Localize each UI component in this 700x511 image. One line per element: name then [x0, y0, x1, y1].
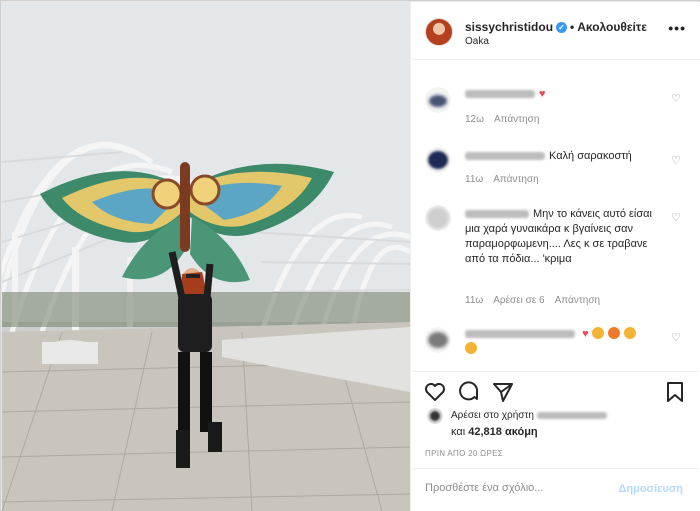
comment-avatar[interactable]: [425, 87, 451, 113]
smile-emoji-icon: [465, 342, 477, 354]
bookmark-icon[interactable]: [663, 380, 687, 404]
liked-by-line: Αρέσει στο χρήστη: [451, 410, 611, 421]
smile-emoji-icon: [623, 327, 636, 339]
comment-text: Μην το κάνεις αυτό είσαι μια χαρά γυναικ…: [465, 208, 652, 265]
reply-button[interactable]: Απάντηση: [493, 174, 538, 185]
comment-input[interactable]: [425, 482, 615, 494]
comment-text: Καλή σαρακοστή: [465, 149, 661, 164]
fire-emoji-icon: [607, 327, 620, 339]
post-photo[interactable]: [2, 2, 410, 511]
comment-like-icon[interactable]: ♡: [671, 211, 681, 224]
add-comment-bar: Δημοσίευση: [411, 468, 699, 511]
author-line: sissychristidou ✓ • Ακολουθείτε: [465, 20, 647, 34]
post-location[interactable]: Oaka: [465, 36, 489, 47]
heart-icon[interactable]: [423, 380, 447, 404]
post-action-bar: [411, 371, 699, 411]
author-avatar[interactable]: [425, 18, 453, 46]
heart-emoji-icon: ♥: [582, 328, 589, 340]
likes-count: 42,818: [468, 426, 502, 438]
post-sidebar: sissychristidou ✓ • Ακολουθείτε Oaka ••• ♥ …: [410, 2, 700, 511]
photo-scene: [2, 2, 410, 511]
likes-count-line[interactable]: και 42,818 ακόμη: [451, 426, 538, 438]
post-header: sissychristidou ✓ • Ακολουθείτε Oaka •••: [411, 2, 700, 60]
likes-and: και: [451, 426, 466, 438]
comment-avatar[interactable]: [425, 147, 451, 173]
likes-more: ακόμη: [504, 426, 538, 438]
reply-button[interactable]: Απάντηση: [555, 295, 600, 306]
comment-like-icon[interactable]: ♡: [671, 92, 681, 105]
post-comment-button[interactable]: Δημοσίευση: [618, 483, 683, 495]
comment-avatar[interactable]: [425, 205, 451, 231]
instagram-post-modal: sissychristidou ✓ • Ακολουθείτε Oaka ••• ♥ …: [0, 0, 700, 511]
comment-like-icon[interactable]: ♡: [671, 154, 681, 167]
liked-by-prefix: Αρέσει στο χρήστη: [451, 410, 534, 421]
liked-by-avatar[interactable]: [427, 408, 443, 424]
author-username[interactable]: sissychristidou: [465, 20, 553, 34]
comment-time[interactable]: 11ω: [465, 174, 483, 185]
more-dots-icon[interactable]: •••: [668, 20, 686, 36]
comments-list: ♥ 12ω Απάντηση ♡ Καλή σαρακοστή 11ω Απάντη…: [411, 61, 699, 371]
verified-badge-icon: ✓: [556, 22, 568, 33]
comment-time[interactable]: 11ω: [465, 295, 483, 306]
comment-likes-count[interactable]: Αρέσει σε 6: [493, 295, 544, 306]
comment-meta: 11ω Απάντηση: [465, 174, 549, 185]
follow-status[interactable]: Ακολουθείτε: [577, 20, 647, 34]
comment-icon[interactable]: [457, 380, 481, 404]
comment-time[interactable]: 12ω: [465, 114, 484, 125]
comment-meta: 11ω Αρέσει σε 6 Απάντηση: [465, 295, 610, 306]
separator-dot: •: [570, 20, 575, 34]
comment-like-icon[interactable]: ♡: [671, 331, 681, 344]
comment-text: ♥: [465, 327, 661, 357]
comment-avatar[interactable]: [425, 327, 451, 353]
post-timestamp[interactable]: ΠΡΙΝ ΑΠΟ 20 ΩΡΕΣ: [425, 449, 503, 458]
reply-button[interactable]: Απάντηση: [494, 114, 539, 125]
comment-meta: 12ω Απάντηση: [465, 114, 549, 125]
smile-emoji-icon: [591, 327, 604, 339]
share-icon[interactable]: [491, 380, 515, 404]
comment-text: ♥: [465, 87, 661, 102]
